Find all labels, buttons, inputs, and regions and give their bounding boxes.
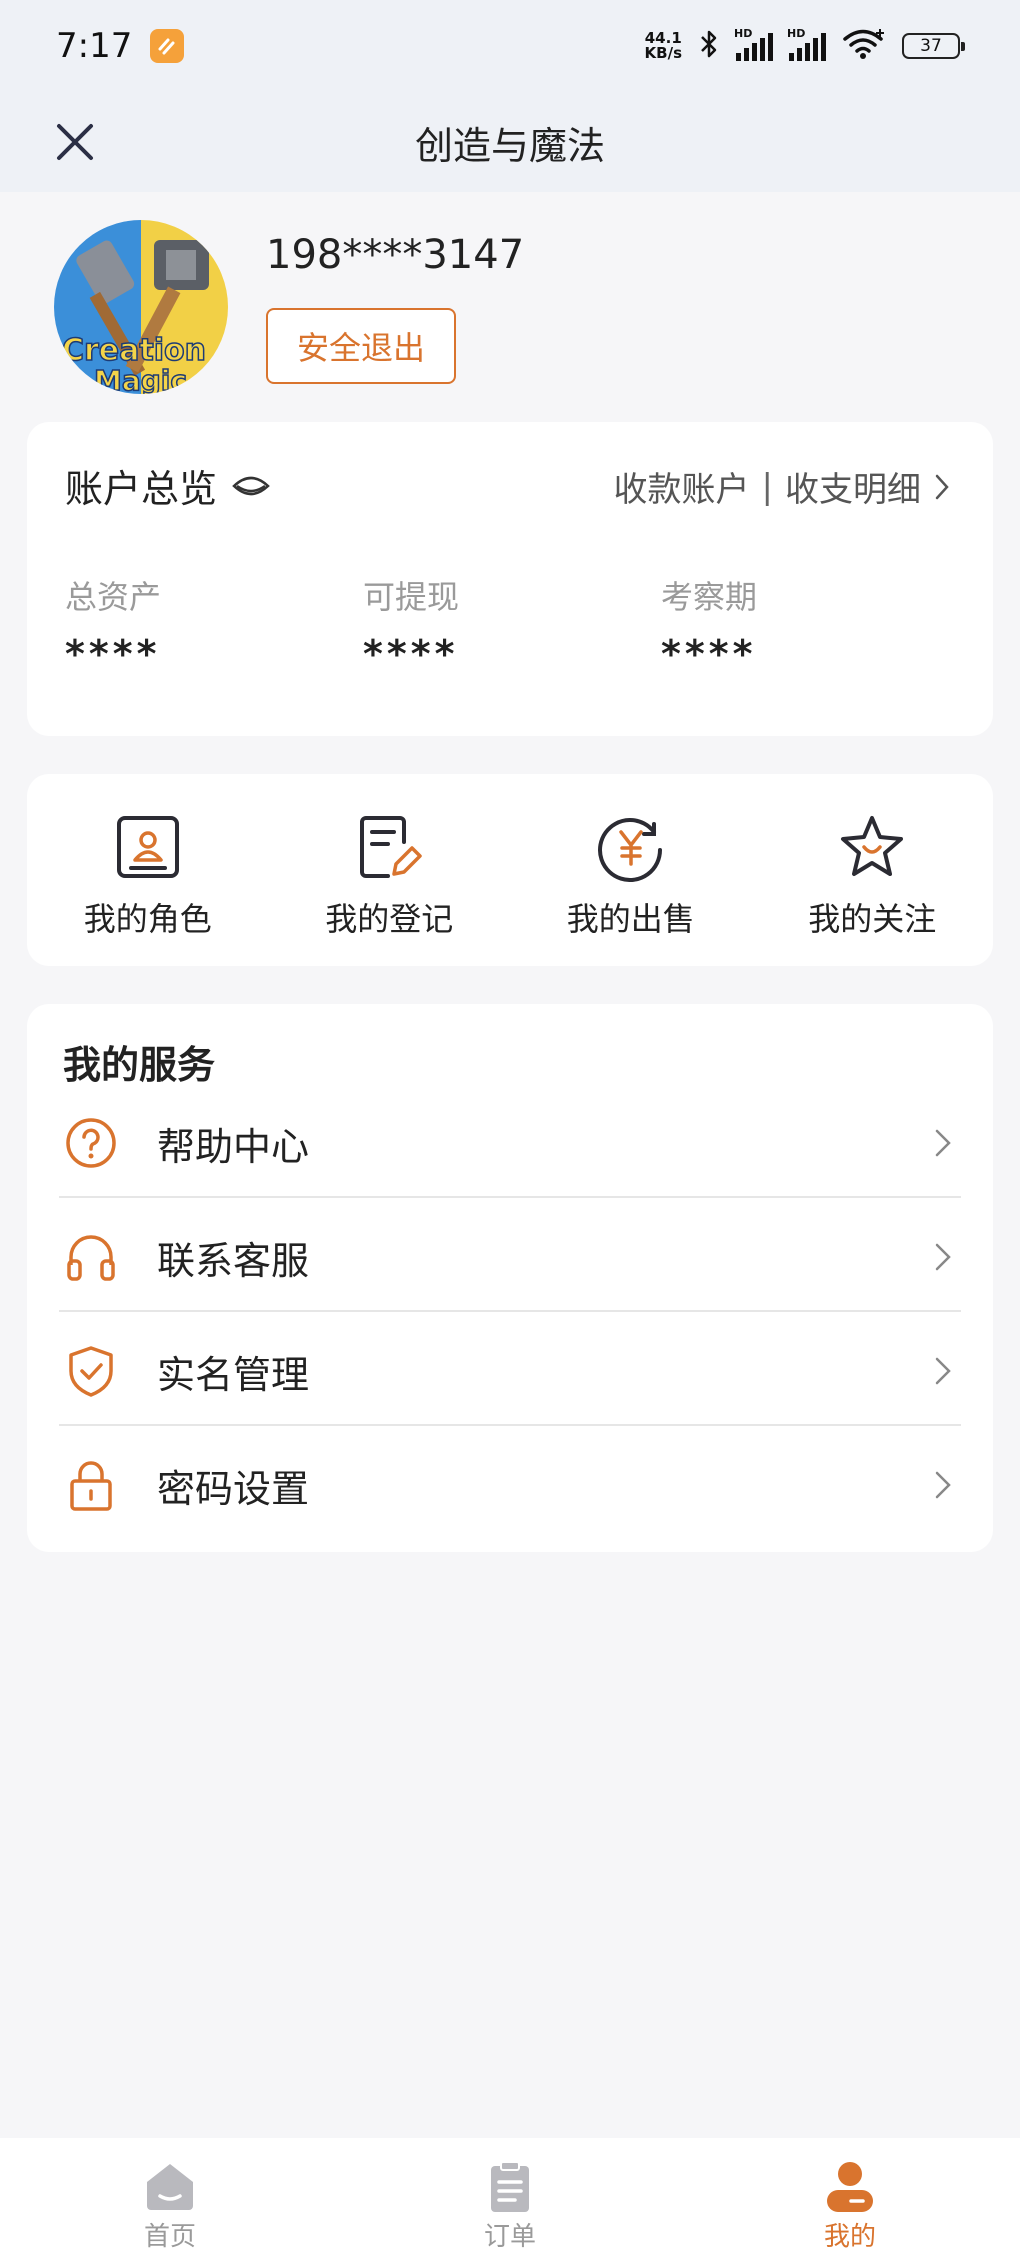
avatar[interactable]: Creation Magic [54, 220, 228, 394]
edit-note-icon [360, 816, 422, 878]
chevron-right-icon [935, 1357, 951, 1385]
service-label: 密码设置 [157, 1466, 310, 1511]
stat-value: **** [65, 632, 161, 676]
divider [59, 1424, 961, 1426]
network-speed: 44.1 KB/s [645, 31, 682, 61]
services-heading: 我的服务 [63, 1043, 216, 1087]
status-left: 7:17 [56, 26, 185, 66]
notification-app-icon [150, 29, 185, 63]
shortcut-my-roles[interactable]: 我的角色 [27, 774, 269, 966]
star-icon [841, 816, 904, 876]
network-speed-unit: KB/s [644, 44, 682, 62]
stat-withdrawable: 可提现 **** [363, 572, 459, 676]
help-icon [66, 1118, 116, 1168]
cell-signal-1-icon: HD [734, 27, 773, 61]
nav-label: 我的 [823, 2222, 876, 2252]
wifi-icon [842, 27, 886, 65]
battery-level: 37 [920, 36, 942, 56]
shortcut-card: 我的角色 我的登记 我的出售 我的关注 [27, 774, 993, 966]
headset-icon [67, 1235, 115, 1281]
chevron-right-icon [935, 1129, 951, 1157]
account-overview-card: 账户总览 收款账户 | 收支明细 总资产 **** 可提现 **** 考察期 *… [27, 422, 993, 736]
lock-icon [70, 1461, 112, 1511]
stat-total-assets: 总资产 **** [65, 572, 161, 676]
logout-button[interactable]: 安全退出 [266, 308, 456, 384]
shortcut-label: 我的角色 [83, 900, 212, 938]
shortcut-label: 我的出售 [566, 900, 695, 938]
shortcut-label: 我的关注 [808, 900, 937, 938]
service-item-password[interactable]: 密码设置 [59, 1428, 961, 1542]
id-card-icon [116, 816, 179, 878]
services-card: 我的服务 帮助中心 联系客服 实名管理 密码设置 [27, 1004, 993, 1552]
status-time: 7:17 [56, 26, 133, 66]
link-separator: | [761, 466, 773, 507]
bottom-nav: 首页 订单 我的 [0, 2138, 1020, 2267]
title-bar: 创造与魔法 [0, 92, 1020, 192]
avatar-logo-text-2: Magic [94, 364, 187, 394]
service-label: 实名管理 [157, 1352, 310, 1397]
receiving-account-link[interactable]: 收款账户 [614, 462, 750, 511]
page-title: 创造与魔法 [414, 123, 605, 168]
service-item-contact-support[interactable]: 联系客服 [59, 1200, 961, 1314]
nav-item-orders[interactable]: 订单 [340, 2138, 680, 2267]
hd-label: HD [734, 27, 753, 40]
battery-indicator: 37 [902, 33, 965, 59]
avatar-logo-text-1: Creation [62, 333, 206, 368]
shield-check-icon [69, 1346, 113, 1397]
service-item-help-center[interactable]: 帮助中心 [59, 1086, 961, 1200]
service-label: 联系客服 [157, 1238, 310, 1283]
stat-label: 总资产 [65, 578, 162, 616]
stat-label: 考察期 [661, 578, 758, 616]
transaction-details-link[interactable]: 收支明细 [785, 462, 921, 511]
home-icon [147, 2164, 193, 2210]
stat-label: 可提现 [363, 578, 460, 616]
account-overview-title: 账户总览 [65, 467, 218, 511]
nav-label: 订单 [483, 2222, 536, 2252]
chevron-right-icon [935, 1243, 951, 1271]
account-overview-header: 账户总览 [65, 458, 271, 513]
shortcut-my-follows[interactable]: 我的关注 [752, 774, 994, 966]
nav-label: 首页 [143, 2222, 196, 2252]
shortcut-my-sales[interactable]: 我的出售 [510, 774, 752, 966]
stat-value: **** [363, 632, 459, 676]
chevron-right-icon [935, 1471, 951, 1499]
stat-review-period: 考察期 **** [661, 572, 757, 676]
yen-coin-icon [597, 818, 662, 882]
hd-label: HD [787, 27, 806, 40]
cell-signal-2-icon: HD [787, 27, 826, 61]
shortcut-my-registrations[interactable]: 我的登记 [269, 774, 511, 966]
user-phone: 198****3147 [266, 232, 525, 278]
orders-icon [491, 2161, 529, 2212]
status-bar: 7:17 44.1 KB/s HD HD 37 [0, 0, 1020, 92]
profile-icon [827, 2162, 873, 2212]
stat-value: **** [661, 632, 757, 676]
account-links: 收款账户 | 收支明细 [614, 462, 951, 511]
shortcut-label: 我的登记 [325, 900, 454, 938]
nav-item-home[interactable]: 首页 [0, 2138, 340, 2267]
service-label: 帮助中心 [157, 1124, 310, 1169]
divider [59, 1310, 961, 1312]
divider [59, 1196, 961, 1198]
chevron-right-icon [935, 474, 949, 499]
status-right: 44.1 KB/s HD HD 37 [645, 27, 965, 65]
eye-closed-icon[interactable] [231, 472, 271, 500]
service-item-real-name[interactable]: 实名管理 [59, 1314, 961, 1428]
bluetooth-icon [698, 28, 720, 64]
nav-item-profile[interactable]: 我的 [680, 2138, 1020, 2267]
